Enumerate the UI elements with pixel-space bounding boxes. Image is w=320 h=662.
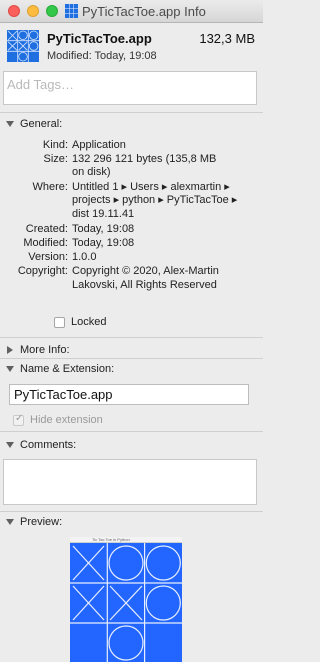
minimize-button[interactable] xyxy=(27,5,39,17)
preview-board xyxy=(70,543,182,662)
section-preview-toggle[interactable]: Preview: xyxy=(6,516,62,528)
divider xyxy=(0,358,263,359)
name-extension-field[interactable]: PyTicTacToe.app xyxy=(9,384,249,405)
app-large-icon xyxy=(7,30,39,62)
file-name: PyTicTacToe.app xyxy=(47,31,152,46)
where-value-line3: dist 19.11.41 xyxy=(72,208,135,220)
disclosure-down-icon xyxy=(6,121,14,127)
close-button[interactable] xyxy=(8,5,20,17)
size-value-line1: 132 296 121 bytes (135,8 MB xyxy=(72,153,217,165)
divider xyxy=(0,337,263,338)
comments-field[interactable] xyxy=(3,459,257,505)
locked-label: Locked xyxy=(71,316,107,328)
where-value-line1: Untitled 1 ▸ Users ▸ alexmartin ▸ xyxy=(72,181,230,193)
tags-placeholder: Add Tags… xyxy=(7,77,74,92)
section-comments-toggle[interactable]: Comments: xyxy=(6,439,76,451)
divider xyxy=(0,511,263,512)
kind-label: Kind: xyxy=(42,139,68,151)
title-bar: PyTicTacToe.app Info xyxy=(0,0,263,23)
section-more-info-label: More Info: xyxy=(20,344,70,356)
divider xyxy=(0,431,263,432)
modified-date: Modified: Today, 19:08 xyxy=(47,50,157,62)
copyright-value-line2: Lakovski, All Rights Reserved xyxy=(72,279,217,291)
copyright-value-line1: Copyright © 2020, Alex-Martin xyxy=(72,265,219,277)
size-label: Size: xyxy=(43,153,68,165)
section-name-extension-toggle[interactable]: Name & Extension: xyxy=(6,363,114,375)
modified-value: Today, 19:08 xyxy=(72,237,135,249)
modified-label: Modified: xyxy=(23,237,68,249)
section-general-label: General: xyxy=(20,118,63,130)
version-label: Version: xyxy=(28,251,68,263)
copyright-label: Copyright: xyxy=(17,265,68,277)
section-preview-label: Preview: xyxy=(20,516,63,528)
tags-field[interactable]: Add Tags… xyxy=(3,71,257,105)
where-value-line2: projects ▸ python ▸ PyTicTacToe ▸ xyxy=(72,194,238,206)
disclosure-down-icon xyxy=(6,519,14,525)
info-header: PyTicTacToe.app 132,3 MB Modified: Today… xyxy=(0,22,263,70)
file-size: 132,3 MB xyxy=(199,31,255,46)
locked-checkbox[interactable]: Locked xyxy=(54,316,106,328)
app-icon xyxy=(65,4,78,18)
section-more-info-toggle[interactable]: More Info: xyxy=(6,344,70,356)
disclosure-right-icon xyxy=(7,346,13,354)
section-name-extension-label: Name & Extension: xyxy=(20,363,115,375)
hide-extension-label: Hide extension xyxy=(30,414,103,426)
hide-extension-checkbox[interactable]: Hide extension xyxy=(13,413,103,426)
divider xyxy=(0,112,263,113)
preview-image: Tic Tac Toe in Python xyxy=(70,537,182,662)
window-title: PyTicTacToe.app Info xyxy=(82,3,206,19)
disclosure-down-icon xyxy=(6,366,14,372)
created-label: Created: xyxy=(25,223,68,235)
disclosure-down-icon xyxy=(6,442,14,448)
section-general-toggle[interactable]: General: xyxy=(6,118,62,130)
version-value: 1.0.0 xyxy=(72,251,97,263)
kind-value: Application xyxy=(72,139,126,151)
size-value-line2: on disk) xyxy=(72,166,111,178)
created-value: Today, 19:08 xyxy=(72,223,135,235)
zoom-button[interactable] xyxy=(46,5,58,17)
where-label: Where: xyxy=(32,181,68,193)
section-comments-label: Comments: xyxy=(20,439,77,451)
hide-extension-checkbox-box[interactable] xyxy=(13,413,24,426)
locked-checkbox-box[interactable] xyxy=(54,316,65,328)
